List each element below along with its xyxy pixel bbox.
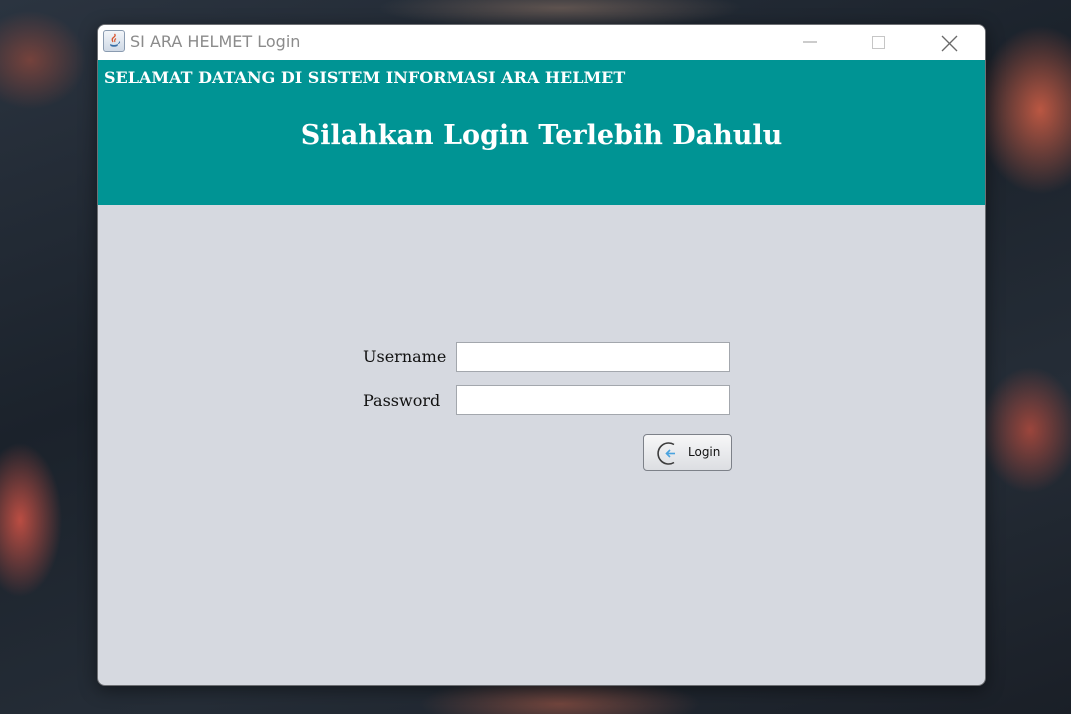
header-banner: SELAMAT DATANG DI SISTEM INFORMASI ARA H… <box>98 60 985 205</box>
close-icon <box>941 35 958 52</box>
password-label: Password <box>363 391 441 410</box>
maximize-button[interactable] <box>856 25 902 60</box>
username-label: Username <box>363 347 447 366</box>
username-input[interactable] <box>456 342 730 372</box>
close-button[interactable] <box>926 25 972 60</box>
maximize-icon <box>872 36 885 49</box>
password-input[interactable] <box>456 385 730 415</box>
login-window: SI ARA HELMET Login SELAMAT DATANG DI SI… <box>97 24 986 686</box>
window-title: SI ARA HELMET Login <box>130 32 301 51</box>
login-arrow-icon <box>657 442 675 465</box>
minimize-button[interactable] <box>787 25 833 60</box>
title-bar[interactable]: SI ARA HELMET Login <box>98 25 985 60</box>
login-headline: Silahkan Login Terlebih Dahulu <box>300 120 783 151</box>
login-button-label: Login <box>688 445 721 459</box>
java-app-icon <box>103 30 125 52</box>
login-button[interactable]: Login <box>643 434 732 471</box>
minimize-icon <box>803 41 817 43</box>
welcome-text: SELAMAT DATANG DI SISTEM INFORMASI ARA H… <box>104 68 626 87</box>
